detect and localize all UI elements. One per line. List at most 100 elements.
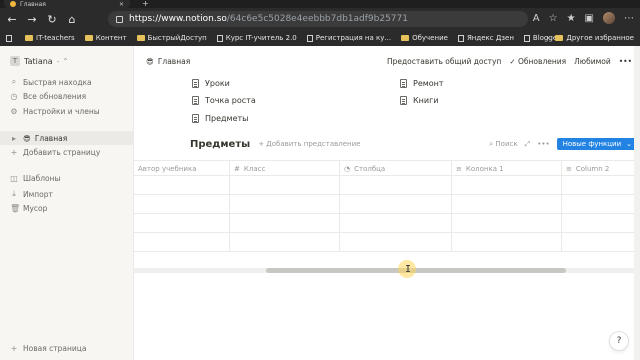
back-icon[interactable]: ← xyxy=(4,11,20,27)
page-icon xyxy=(216,34,223,42)
new-features-button[interactable]: Новые функции ⌄ xyxy=(556,138,638,150)
table-cell[interactable] xyxy=(452,233,562,251)
table-cell[interactable] xyxy=(452,176,562,194)
bookmark-folder[interactable]: Контент xyxy=(84,34,127,42)
table-cell[interactable] xyxy=(134,233,230,251)
other-bookmarks[interactable]: › Другое избранное xyxy=(547,34,634,42)
column-header-column-2[interactable]: ≡ Column 2 xyxy=(562,161,640,176)
expand-icon[interactable]: ⤢ xyxy=(525,140,531,149)
close-tab-icon[interactable]: ✕ xyxy=(119,1,124,8)
menu-icon[interactable]: ⋯ xyxy=(624,13,634,24)
profile-avatar[interactable] xyxy=(603,12,615,24)
vertical-scrollbar[interactable] xyxy=(634,46,640,360)
updates-button[interactable]: ✓ Обновления xyxy=(509,57,566,66)
table-row[interactable] xyxy=(134,195,640,214)
home-icon[interactable]: ⌂ xyxy=(64,11,80,27)
link-label: Уроки xyxy=(205,79,230,88)
link-page-growth-point[interactable]: Точка роста xyxy=(192,96,256,105)
table-cell[interactable] xyxy=(230,233,340,251)
table-cell[interactable] xyxy=(562,176,640,194)
breadcrumb[interactable]: 😎 Главная xyxy=(146,57,190,66)
sidebar-item-updates[interactable]: ◷ Все обновления xyxy=(10,92,87,101)
address-bar[interactable]: https://www.notion.so /64c6e5c5028e4eebb… xyxy=(108,11,528,27)
topbar-actions: Предоставить общий доступ ✓ Обновления Л… xyxy=(387,57,632,66)
table-header: Автор учебника # Класс ◔ Столбца ≡ Колонка … xyxy=(134,160,640,176)
sidebar-new-page[interactable]: + Новая страница xyxy=(10,344,87,353)
database-title[interactable]: Предметы xyxy=(190,139,250,150)
share-button[interactable]: Предоставить общий доступ xyxy=(387,57,501,66)
column-header-kolonka-1[interactable]: ≡ Колонка 1 xyxy=(452,161,562,176)
add-view-button[interactable]: + Добавить представление xyxy=(258,140,360,148)
table-cell[interactable] xyxy=(230,195,340,213)
table-cell[interactable] xyxy=(134,195,230,213)
table-cell[interactable] xyxy=(340,176,452,194)
column-header-stolbtsa[interactable]: ◔ Столбца xyxy=(340,161,452,176)
sidebar-item-quick-find[interactable]: ⌕ Быстрая находка xyxy=(10,77,92,87)
reload-icon[interactable]: ↻ xyxy=(44,11,60,27)
browser-tab[interactable]: Главная ✕ xyxy=(4,0,130,8)
scrollbar-thumb[interactable] xyxy=(266,268,566,273)
bookmark-item[interactable]: Яндекс Дзен xyxy=(457,34,514,42)
star-icon[interactable]: ☆ xyxy=(549,13,558,24)
bookmark-label: IT-teachers xyxy=(36,34,75,42)
sidebar-item-label: Все обновления xyxy=(23,92,87,101)
table-cell[interactable] xyxy=(340,214,452,232)
page-emoji: 😎 xyxy=(23,133,31,143)
database-more-button[interactable]: ••• xyxy=(537,140,549,148)
workspace-switcher[interactable]: T Tatiana - ⌃ xyxy=(10,56,69,66)
column-header-class[interactable]: # Класс xyxy=(230,161,340,176)
column-header-author[interactable]: Автор учебника xyxy=(134,161,230,176)
sidebar-item-templates[interactable]: ◫ Шаблоны xyxy=(10,174,60,183)
new-tab-icon[interactable]: + xyxy=(142,0,149,8)
table-row[interactable] xyxy=(134,214,640,233)
more-options-button[interactable]: ••• xyxy=(619,57,632,66)
sidebar-add-page[interactable]: + Добавить страницу xyxy=(10,148,101,157)
bookmark-folder[interactable]: БыстрыйДоступ xyxy=(136,34,207,42)
favorite-button[interactable]: Любимой xyxy=(574,57,611,66)
link-page-books[interactable]: Книги xyxy=(400,96,439,105)
sidebar-item-settings[interactable]: ⚙ Настройки и члены xyxy=(10,107,99,116)
bookmark-folder[interactable]: IT-teachers xyxy=(25,34,75,42)
table-cell[interactable] xyxy=(134,176,230,194)
sidebar-page-home[interactable]: ▸ 😎 Главная xyxy=(0,131,133,145)
link-page-subjects[interactable]: Предметы xyxy=(192,114,248,123)
forward-icon[interactable]: → xyxy=(24,11,40,27)
horizontal-scrollbar[interactable] xyxy=(134,268,640,273)
link-label: Точка роста xyxy=(205,96,256,105)
url-path: /64c6e5c5028e4eebbb7db1adf9b25771 xyxy=(226,14,408,24)
table-cell[interactable] xyxy=(562,233,640,251)
table-cell[interactable] xyxy=(340,233,452,251)
help-button[interactable]: ? xyxy=(610,332,628,350)
table-cell[interactable] xyxy=(562,195,640,213)
search-button[interactable]: ⌕ Поиск xyxy=(489,140,517,149)
collections-icon[interactable]: ▣ xyxy=(585,13,594,24)
table-cell[interactable] xyxy=(230,214,340,232)
bookmark-item[interactable]: Регистрация на ку... xyxy=(306,34,391,42)
workspace-name: Tatiana xyxy=(24,56,53,66)
bookmark-item[interactable]: Курс IT-учитель 2.0 xyxy=(216,34,297,42)
table-cell[interactable] xyxy=(452,195,562,213)
table-cell[interactable] xyxy=(230,176,340,194)
table-cell[interactable] xyxy=(134,214,230,232)
plus-icon: + xyxy=(10,344,18,353)
table-row[interactable] xyxy=(134,233,640,252)
chevron-down-icon[interactable]: ⌄ xyxy=(626,140,632,148)
search-icon: ⌕ xyxy=(11,77,17,86)
url-host: https://www.notion.so xyxy=(129,14,227,24)
sidebar-item-import[interactable]: ⤓ Импорт xyxy=(10,189,53,199)
folder-icon xyxy=(136,35,145,41)
folder-icon xyxy=(25,35,33,41)
table-cell[interactable] xyxy=(452,214,562,232)
sidebar-item-trash[interactable]: 🗑 Мусор xyxy=(10,204,47,213)
bookmark-item[interactable] xyxy=(6,34,15,42)
table-cell[interactable] xyxy=(562,214,640,232)
table-cell[interactable] xyxy=(340,195,452,213)
bookmark-folder[interactable]: Обучение xyxy=(401,34,448,42)
text-cursor-icon: I xyxy=(405,264,412,275)
read-aloud-icon[interactable]: A xyxy=(533,13,540,24)
link-page-repair[interactable]: Ремонт xyxy=(400,79,444,88)
table-row[interactable] xyxy=(134,176,640,195)
favorites-icon[interactable]: ★ xyxy=(567,13,576,24)
link-page-lessons[interactable]: Уроки xyxy=(192,79,230,88)
expand-arrow-icon[interactable]: ▸ xyxy=(10,134,18,143)
